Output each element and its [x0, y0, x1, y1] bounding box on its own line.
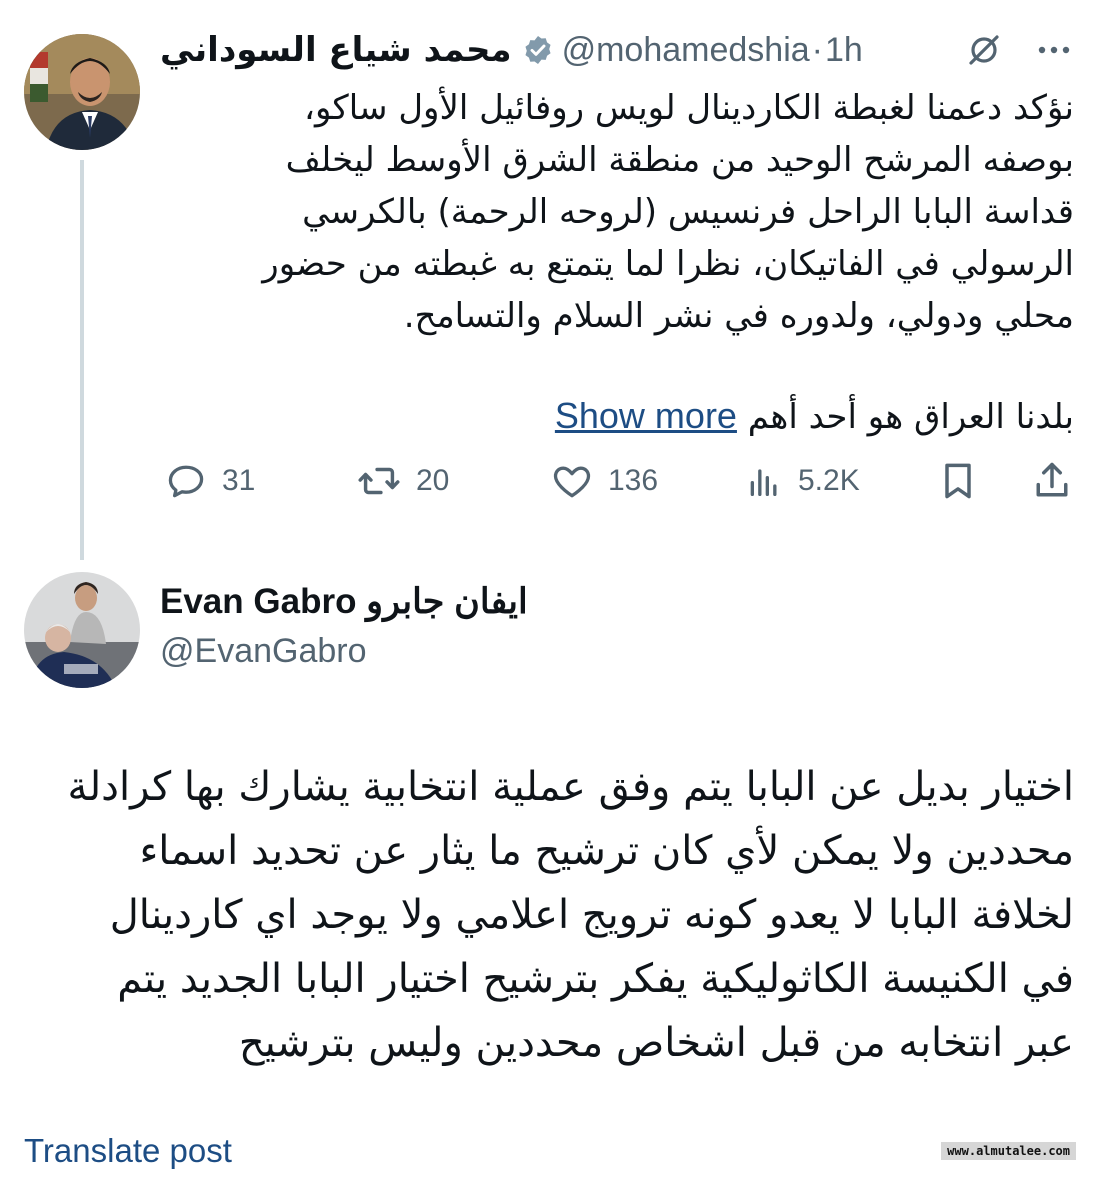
- views-icon: [750, 469, 777, 496]
- repost-icon: [358, 467, 400, 495]
- tweet-text-line: قداسة البابا الراحل فرنسيس (لروحه الرحمة…: [302, 192, 1074, 232]
- bookmark-icon: [945, 463, 971, 499]
- reply-button[interactable]: 31: [164, 456, 255, 506]
- author-avatar-image: [24, 34, 140, 150]
- more-icon[interactable]: [1034, 30, 1074, 74]
- tweet-text: نؤكد دعمنا لغبطة الكاردينال لويس روفائيل…: [214, 82, 1074, 342]
- verified-badge-icon: [522, 34, 554, 66]
- grok-icon[interactable]: [964, 30, 1004, 74]
- reply-text-line: عبر انتخابه من قبل اشخاص محددين وليس بتر…: [238, 1020, 1074, 1066]
- tweet-header: محمد شياع السوداني @mohamedshia · 1h: [160, 28, 1040, 72]
- repost-count: 20: [416, 464, 450, 497]
- share-button[interactable]: [1030, 456, 1074, 506]
- author-handle[interactable]: @mohamedshia: [562, 31, 810, 70]
- reply-icon: [168, 465, 204, 498]
- thread-connector-line: [80, 160, 84, 560]
- views-button[interactable]: 5.2K: [744, 456, 860, 506]
- reply-avatar-image: [24, 572, 140, 688]
- reply-display-name[interactable]: Evan Gabro ايفان جابرو: [160, 582, 528, 622]
- tweet-text-continued: بلدنا العراق هو أحد أهم Show more: [214, 390, 1074, 443]
- tweet-text-line: محلي ودولي، ولدوره في نشر السلام والتسام…: [403, 296, 1074, 336]
- reply-text-line: اختيار بديل عن البابا يتم وفق عملية انتخ…: [67, 764, 1074, 810]
- tweet-text-truncated: بلدنا العراق هو أحد أهم: [747, 397, 1074, 437]
- author-display-name[interactable]: محمد شياع السوداني: [160, 30, 512, 70]
- repost-button[interactable]: 20: [356, 456, 449, 506]
- like-button[interactable]: 136: [550, 456, 658, 506]
- views-count: 5.2K: [798, 464, 860, 497]
- post-time[interactable]: 1h: [825, 31, 863, 70]
- reply-text: اختيار بديل عن البابا يتم وفق عملية انتخ…: [14, 755, 1074, 1075]
- tweet-text-line: بوصفه المرشح الوحيد من منطقة الشرق الأوس…: [285, 140, 1074, 180]
- reply-text-line: محددين ولا يمكن لأي كان ترشيح ما يثار عن…: [139, 828, 1074, 874]
- like-icon: [553, 466, 591, 498]
- like-count: 136: [608, 464, 659, 497]
- tweet-action-bar: 31 20 136 5.2K: [160, 456, 1080, 506]
- reply-text-line: في الكنيسة الكاثوليكية يفكر بترشيح اختيا…: [117, 956, 1074, 1002]
- bookmark-button[interactable]: [936, 456, 980, 506]
- tweet-text-line: الرسولي في الفاتيكان، نظرا لما يتمتع به …: [262, 244, 1074, 284]
- header-separator: ·: [811, 30, 823, 69]
- share-icon: [1036, 462, 1068, 497]
- reply-text-line: لخلافة البابا لا يعدو كونه ترويج اعلامي …: [109, 892, 1074, 938]
- show-more-link[interactable]: Show more: [555, 395, 737, 436]
- reply-count: 31: [222, 464, 256, 497]
- tweet-text-line: نؤكد دعمنا لغبطة الكاردينال لويس روفائيل…: [303, 88, 1074, 128]
- translate-post-link[interactable]: Translate post: [24, 1132, 232, 1170]
- site-watermark: www.almutalee.com: [941, 1142, 1076, 1160]
- tweet-header-actions: [964, 30, 1074, 74]
- reply-avatar[interactable]: [24, 572, 140, 688]
- author-avatar[interactable]: [24, 34, 140, 150]
- reply-handle[interactable]: @EvanGabro: [160, 632, 367, 671]
